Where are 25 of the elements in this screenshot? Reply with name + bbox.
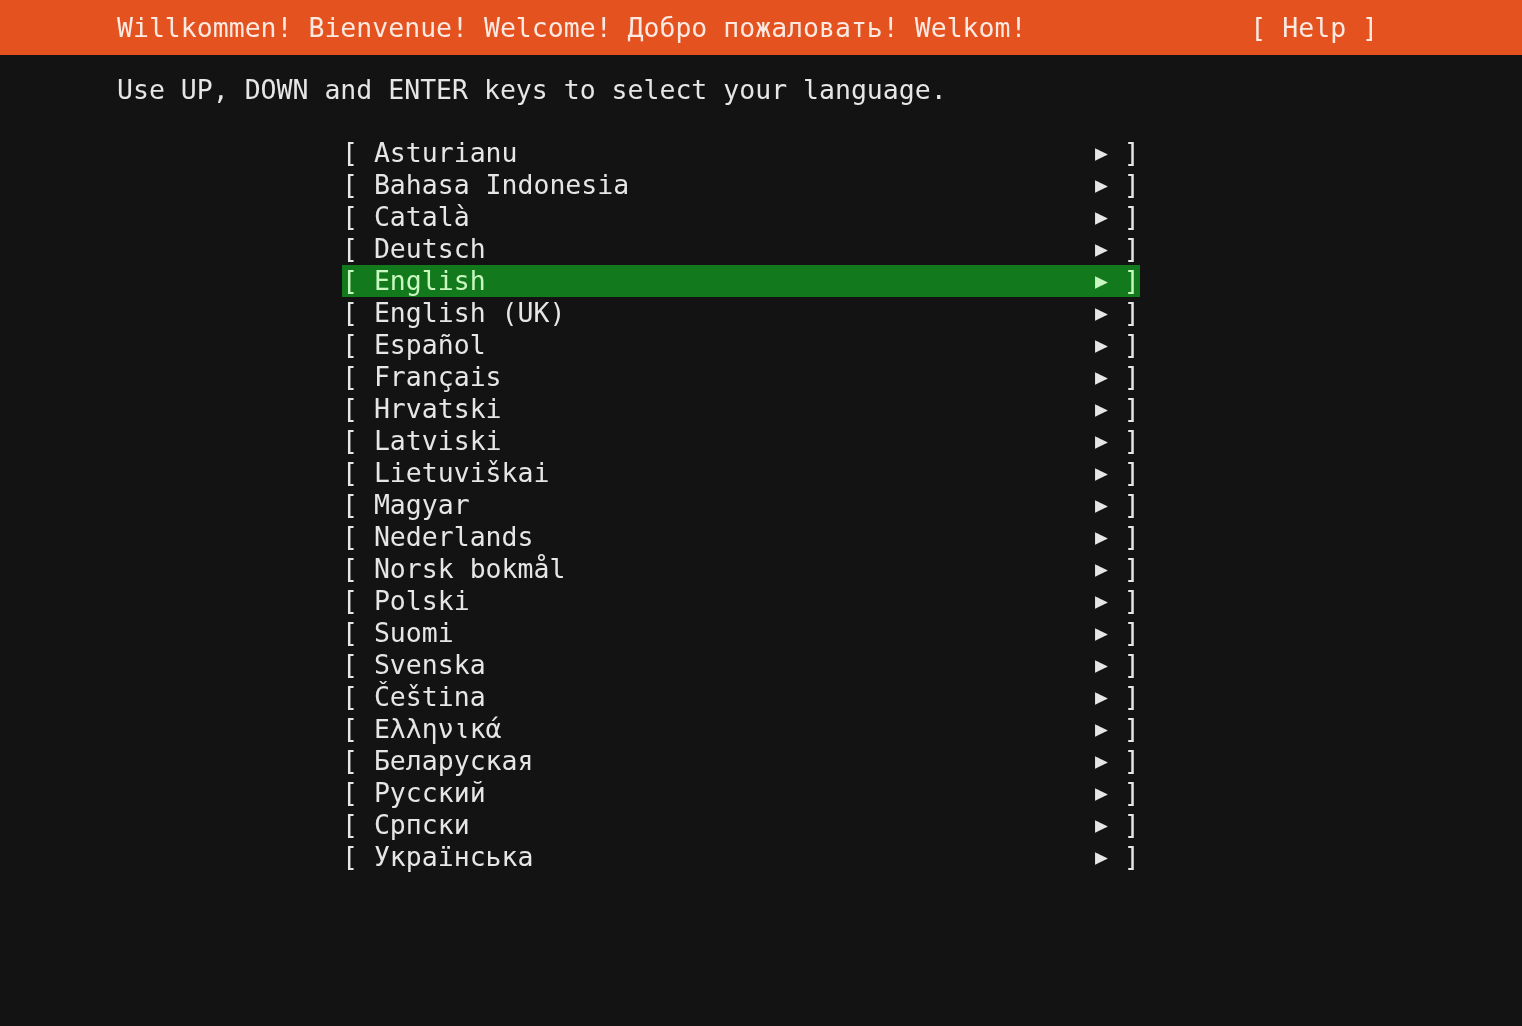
language-option[interactable]: [ Asturianu ▶ ] <box>342 137 1140 169</box>
language-option[interactable]: [ Català ▶ ] <box>342 201 1140 233</box>
language-option[interactable]: [ Français ▶ ] <box>342 361 1140 393</box>
language-option[interactable]: [ Lietuviškai ▶ ] <box>342 457 1140 489</box>
language-option[interactable]: [ Беларуская ▶ ] <box>342 745 1140 777</box>
language-option[interactable]: [ Русский ▶ ] <box>342 777 1140 809</box>
language-option[interactable]: [ Deutsch ▶ ] <box>342 233 1140 265</box>
language-option[interactable]: [ Bahasa Indonesia ▶ ] <box>342 169 1140 201</box>
welcome-title: Willkommen! Bienvenue! Welcome! Добро пожаловать! Welkom! <box>117 11 1027 44</box>
language-option[interactable]: [ Español ▶ ] <box>342 329 1140 361</box>
language-option[interactable]: [ Српски ▶ ] <box>342 809 1140 841</box>
language-option[interactable]: [ Suomi ▶ ] <box>342 617 1140 649</box>
language-option[interactable]: [ Latviski ▶ ] <box>342 425 1140 457</box>
instruction-text: Use UP, DOWN and ENTER keys to select your language. <box>117 74 947 106</box>
language-option[interactable]: [ Čeština ▶ ] <box>342 681 1140 713</box>
language-option[interactable]: [ English (UK) ▶ ] <box>342 297 1140 329</box>
language-option[interactable]: [ Hrvatski ▶ ] <box>342 393 1140 425</box>
language-option[interactable]: [ Magyar ▶ ] <box>342 489 1140 521</box>
language-option[interactable]: [ Norsk bokmål ▶ ] <box>342 553 1140 585</box>
language-option[interactable]: [ Polski ▶ ] <box>342 585 1140 617</box>
language-option[interactable]: [ Українська ▶ ] <box>342 841 1140 873</box>
language-option[interactable]: [ Nederlands ▶ ] <box>342 521 1140 553</box>
language-option[interactable]: [ Ελληνικά ▶ ] <box>342 713 1140 745</box>
language-option[interactable]: [ English ▶ ] <box>342 265 1140 297</box>
language-option[interactable]: [ Svenska ▶ ] <box>342 649 1140 681</box>
